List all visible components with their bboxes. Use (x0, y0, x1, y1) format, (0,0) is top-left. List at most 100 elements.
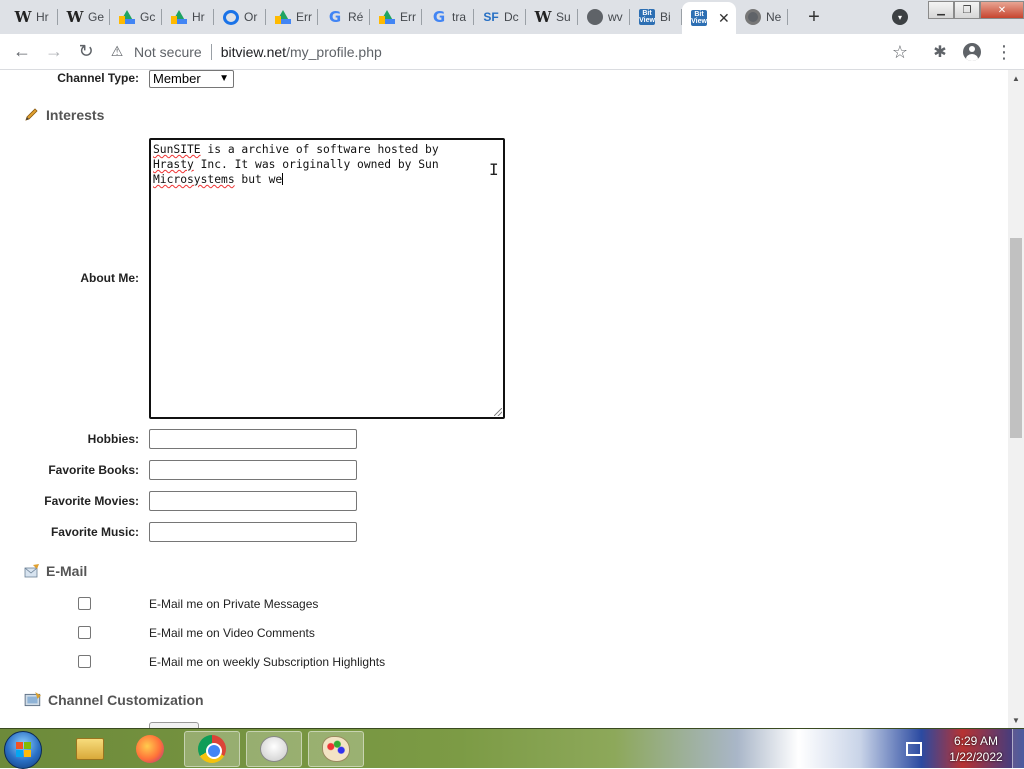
email-heading-text: E-Mail (46, 563, 88, 579)
tab-12[interactable]: wv (578, 0, 630, 34)
wikipedia-icon: W (534, 7, 552, 26)
palette-icon (24, 692, 41, 707)
interests-heading-text: Interests (46, 107, 105, 123)
google-drive-icon (119, 9, 135, 25)
network-icon[interactable] (906, 742, 922, 756)
start-button[interactable] (4, 731, 42, 769)
hobbies-input[interactable] (149, 429, 357, 449)
channel-type-value: Member (153, 71, 201, 86)
tab-6[interactable]: Err (266, 0, 318, 34)
windows-explorer-button[interactable] (62, 731, 118, 767)
tab-label: Hr (36, 10, 49, 24)
wikipedia-icon: W (14, 7, 32, 26)
tab-9[interactable]: Gtra (422, 0, 474, 34)
tab-7[interactable]: G Ré (318, 0, 370, 34)
not-secure-label[interactable]: Not secure (134, 44, 202, 60)
scroll-down-arrow-icon[interactable]: ▼ (1008, 712, 1024, 728)
email-video-comments-checkbox[interactable] (78, 626, 91, 639)
tab-label: Hr (192, 10, 205, 24)
hobbies-label: Hobbies: (87, 432, 139, 446)
tab-14-active[interactable]: Bit View ✕ (682, 2, 736, 34)
globe-icon (587, 9, 603, 25)
favorite-music-label: Favorite Music: (50, 525, 139, 539)
tab-10[interactable]: SF Dc (474, 0, 526, 34)
bitview-icon: Bit View (639, 9, 655, 25)
url-path: /my_profile.php (286, 43, 382, 60)
firefox-icon (136, 735, 164, 763)
window-controls: ▾ ▁ ❐ ✕ (892, 0, 1024, 34)
favorite-movies-input[interactable] (149, 491, 357, 511)
email-subscription-highlights-label: E-Mail me on weekly Subscription Highlig… (149, 655, 386, 669)
chrome-icon (198, 735, 226, 763)
tab-8[interactable]: Err (370, 0, 422, 34)
about-me-text: Inc. It was originally owned by Sun (193, 158, 439, 171)
tab-3[interactable]: Gc (110, 0, 162, 34)
chevron-down-icon: ▼ (219, 73, 229, 84)
tab-13[interactable]: Bit View Bi (630, 0, 682, 34)
about-me-text: but we (234, 173, 283, 186)
folder-icon (76, 738, 104, 760)
email-private-messages-label: E-Mail me on Private Messages (149, 597, 319, 611)
snipping-tool-button[interactable] (246, 731, 302, 767)
bookmark-star-icon[interactable]: ☆ (884, 36, 916, 68)
tab-4[interactable]: Hr (162, 0, 214, 34)
browser-toolbar: ← → ↻ ⚠ Not secure bitview.net/my_profil… (0, 34, 1024, 70)
restore-button[interactable]: ❐ (954, 1, 980, 19)
tab-label: Bi (660, 10, 671, 24)
clock[interactable]: 6:29 AM 1/22/2022 (940, 733, 1012, 765)
new-tab-button[interactable]: + (802, 0, 826, 34)
toolbar-actions: ☆ ✱ ⋮ (884, 34, 1024, 70)
channel-customization-heading: Channel Customization (24, 692, 204, 708)
favorite-books-input[interactable] (149, 460, 357, 480)
channel-customization-heading-text: Channel Customization (48, 692, 204, 708)
paint-palette-icon (322, 736, 350, 762)
google-drive-icon (171, 9, 187, 25)
show-desktop-button[interactable] (1012, 729, 1024, 769)
tab-2[interactable]: W Ge (58, 0, 110, 34)
address-bar[interactable]: ⚠ Not secure bitview.net/my_profile.php (108, 38, 908, 66)
scrollbar-thumb[interactable] (1010, 238, 1022, 438)
windows-logo-icon (16, 742, 32, 758)
clock-time: 6:29 AM (953, 734, 999, 748)
extensions-puzzle-icon[interactable]: ✱ (924, 36, 956, 68)
google-drive-icon (379, 9, 395, 25)
tab-search-icon[interactable]: ▾ (892, 9, 908, 25)
spellcheck-word: Microsystems (153, 173, 235, 186)
reload-icon[interactable]: ↻ (70, 36, 102, 68)
wikipedia-icon: W (66, 7, 84, 26)
tab-1[interactable]: W Hr (6, 0, 58, 34)
tab-label: wv (608, 10, 623, 24)
page-scrollbar[interactable]: ▲ ▼ (1008, 70, 1024, 728)
tab-5[interactable]: Or (214, 0, 266, 34)
bitview-icon: Bit View (691, 10, 707, 26)
firefox-button[interactable] (122, 731, 178, 767)
forward-arrow-icon[interactable]: → (38, 36, 70, 68)
tab-label: Err (400, 10, 416, 24)
sourceforge-icon: SF (483, 10, 499, 24)
favorite-music-input[interactable] (149, 522, 357, 542)
profile-avatar-icon[interactable] (956, 36, 988, 68)
close-tab-icon[interactable]: ✕ (718, 10, 730, 27)
paint-button[interactable] (308, 731, 364, 767)
email-private-messages-checkbox[interactable] (78, 597, 91, 610)
interests-heading: Interests (24, 107, 104, 123)
chrome-button[interactable] (184, 731, 240, 767)
resize-grip-icon[interactable] (494, 408, 502, 416)
warning-icon[interactable]: ⚠ (108, 43, 126, 60)
tab-list: W Hr W Ge Gc Hr Or Err G Ré Err Gtra SF Dc W… (0, 0, 788, 34)
close-window-button[interactable]: ✕ (980, 1, 1024, 19)
tab-15[interactable]: Ne (736, 0, 788, 34)
scroll-up-arrow-icon[interactable]: ▲ (1008, 70, 1024, 86)
about-me-textarea[interactable]: SunSITE is a archive of software hosted … (149, 138, 505, 419)
envelope-icon (24, 564, 39, 578)
email-subscription-highlights-checkbox[interactable] (78, 655, 91, 668)
kebab-menu-icon[interactable]: ⋮ (988, 36, 1020, 68)
back-arrow-icon[interactable]: ← (6, 36, 38, 68)
tab-11[interactable]: W Su (526, 0, 578, 34)
email-heading: E-Mail (24, 563, 87, 579)
google-drive-icon (275, 9, 291, 25)
channel-type-select[interactable]: Member ▼ (149, 70, 234, 88)
clock-date: 1/22/2022 (949, 750, 1003, 764)
minimize-button[interactable]: ▁ (928, 1, 954, 19)
google-icon: G (432, 7, 446, 26)
